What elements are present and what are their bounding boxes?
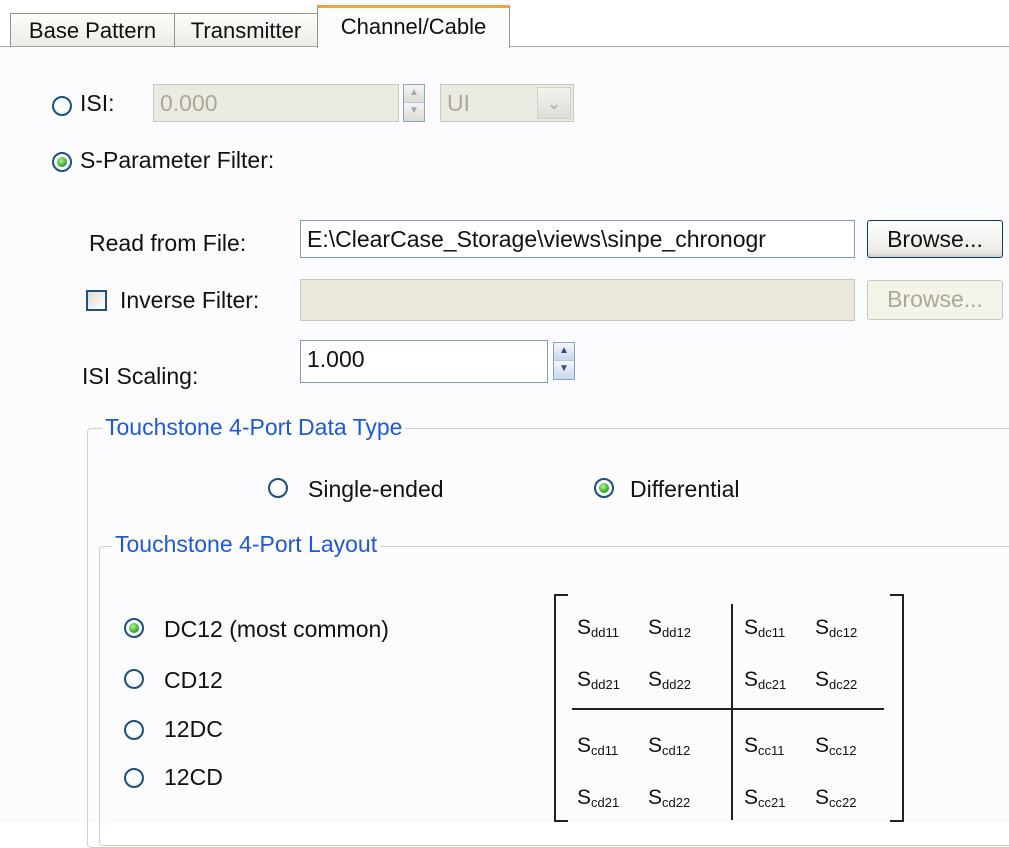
tab-channel-cable[interactable]: Channel/Cable	[317, 5, 510, 48]
read-file-label: Read from File:	[89, 230, 247, 256]
layout-12dc-radio[interactable]	[124, 720, 144, 740]
matrix-right-bracket	[890, 594, 904, 822]
layout-cd12-label: CD12	[164, 667, 223, 693]
layout-dc12-radio[interactable]	[124, 618, 144, 638]
isi-value-input[interactable]: 0.000	[153, 84, 399, 122]
layout-12dc-label: 12DC	[164, 716, 223, 742]
spin-down-icon[interactable]: ▼	[404, 103, 424, 121]
isi-unit-value: UI	[447, 90, 470, 116]
matrix-cell: Scc21	[744, 786, 786, 810]
matrix-cell: Scc11	[744, 734, 785, 758]
matrix-cell: Sdd11	[577, 616, 619, 640]
layout-dc12-label: DC12 (most common)	[164, 616, 389, 642]
matrix-vertical-divider	[731, 604, 733, 820]
single-ended-radio[interactable]	[268, 478, 288, 498]
inverse-filter-browse-button[interactable]: Browse...	[867, 280, 1003, 320]
tab-transmitter[interactable]: Transmitter	[174, 13, 318, 46]
matrix-cell: Scd22	[648, 786, 691, 810]
chevron-down-icon[interactable]: ⌄	[537, 87, 571, 119]
matrix-cell: Sdd22	[648, 668, 691, 692]
isi-unit-select[interactable]: UI ⌄	[440, 84, 574, 122]
matrix-cell: Sdc22	[815, 668, 858, 692]
matrix-horizontal-divider	[572, 708, 884, 710]
layout-12cd-radio[interactable]	[124, 768, 144, 788]
read-file-input[interactable]: E:\ClearCase_Storage\views\sinpe_chronog…	[300, 220, 855, 258]
tab-base-pattern[interactable]: Base Pattern	[10, 13, 175, 46]
matrix-cell: Scd21	[577, 786, 620, 810]
spin-down-icon[interactable]: ▼	[554, 361, 574, 379]
isi-scaling-input[interactable]: 1.000	[300, 340, 548, 383]
matrix-cell: Sdc21	[744, 668, 787, 692]
single-ended-label: Single-ended	[308, 476, 444, 502]
read-file-browse-button[interactable]: Browse...	[867, 220, 1003, 258]
isi-scaling-spinner[interactable]: ▲ ▼	[553, 342, 575, 380]
data-type-group-title: Touchstone 4-Port Data Type	[102, 414, 406, 441]
matrix-cell: Sdd21	[577, 668, 620, 692]
differential-radio[interactable]	[594, 478, 614, 498]
isi-scaling-label: ISI Scaling:	[82, 363, 199, 389]
differential-label: Differential	[630, 476, 740, 502]
spin-up-icon[interactable]: ▲	[554, 343, 574, 361]
matrix-cell: Scd11	[577, 734, 619, 758]
inverse-filter-checkbox[interactable]	[86, 290, 107, 311]
layout-12cd-label: 12CD	[164, 764, 223, 790]
spin-up-icon[interactable]: ▲	[404, 85, 424, 103]
layout-cd12-radio[interactable]	[124, 669, 144, 689]
matrix-cell: Scc12	[815, 734, 857, 758]
isi-spinner[interactable]: ▲ ▼	[403, 84, 425, 122]
isi-radio[interactable]	[52, 96, 72, 116]
matrix-left-bracket	[554, 594, 568, 822]
inverse-filter-input[interactable]	[300, 279, 855, 321]
isi-label: ISI:	[80, 90, 115, 116]
inverse-filter-label: Inverse Filter:	[120, 287, 260, 313]
matrix-cell: Sdc12	[815, 616, 858, 640]
sparam-label: S-Parameter Filter:	[80, 147, 275, 173]
matrix-cell: Sdd12	[648, 616, 691, 640]
matrix-cell: Scd12	[648, 734, 691, 758]
matrix-cell: Scc22	[815, 786, 857, 810]
matrix-cell: Sdc11	[744, 616, 786, 640]
sparam-radio[interactable]	[52, 152, 72, 172]
layout-group-title: Touchstone 4-Port Layout	[112, 531, 381, 558]
